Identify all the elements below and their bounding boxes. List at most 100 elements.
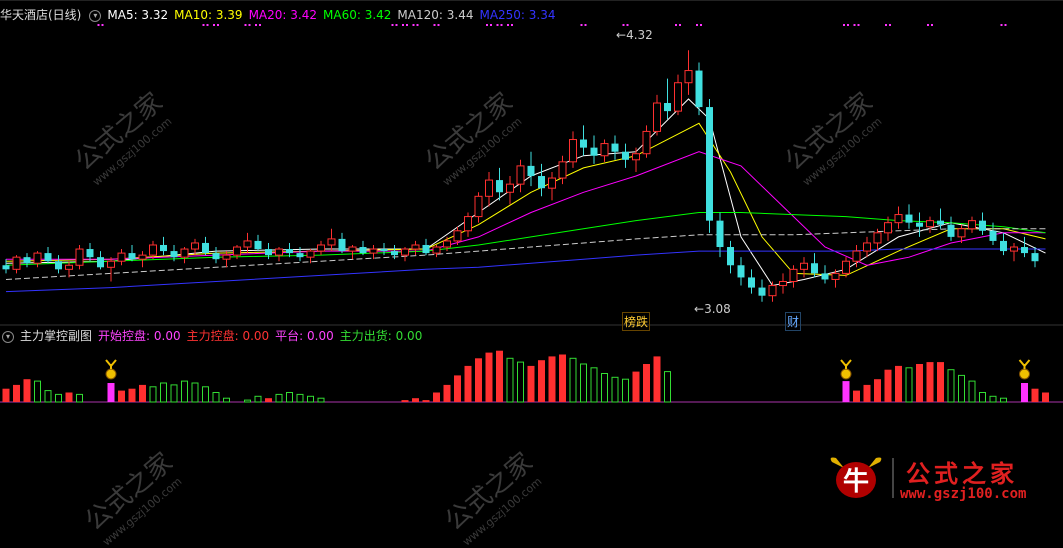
candle-body-up (222, 254, 231, 260)
sub-bar-green (254, 395, 262, 403)
candle-body-down (527, 165, 535, 177)
candle-body-down (664, 103, 671, 112)
signal-dot (416, 24, 419, 26)
money-bag-icon (840, 368, 852, 380)
signal-dot (500, 24, 503, 26)
sub-bar-green (664, 371, 671, 403)
sub-bar-green (317, 397, 325, 403)
candle-body-up (485, 179, 493, 197)
signal-dot (853, 24, 856, 26)
sub-bar-green (569, 357, 577, 403)
sub-bar-red (23, 379, 31, 402)
sub-bar-red (128, 388, 136, 402)
signal-dot (248, 24, 251, 26)
signal-dot (1000, 24, 1003, 26)
ma-line-ma120 (5, 228, 1046, 280)
sub-bar-red (527, 365, 535, 402)
sub-bar-green (76, 393, 83, 403)
sub-bar-green (590, 367, 598, 403)
candle-body-down (265, 249, 272, 256)
sub-bar-green (1000, 397, 1007, 403)
candle-body-up (453, 230, 462, 242)
signal-dot (213, 24, 215, 26)
signal-dot (927, 24, 929, 26)
sub-bar-green (212, 392, 220, 403)
candle-body-down (391, 251, 398, 256)
sub-bar-red (118, 390, 125, 402)
candle-body-up (243, 240, 252, 248)
candle-body-down (937, 220, 944, 225)
signal-dot (1004, 24, 1007, 26)
sub-bar-green (181, 380, 188, 403)
candle-body-down (97, 257, 104, 268)
candle-body-down (1031, 253, 1039, 262)
candle-body-down (580, 139, 587, 148)
candle-body-down (44, 253, 52, 262)
candle-body-up (65, 264, 73, 270)
sub-bar-magenta (842, 381, 850, 402)
candle-body-up (411, 244, 420, 250)
svg-text:牛: 牛 (843, 467, 869, 497)
signal-dot (622, 24, 625, 26)
sub-bar-red (874, 379, 881, 402)
sub-bar-green (244, 399, 251, 403)
signal-dot (507, 24, 509, 26)
high-price-value: 4.32 (626, 28, 653, 42)
candle-body-up (432, 246, 441, 254)
signal-dot (857, 24, 860, 26)
candle-body-down (590, 147, 598, 156)
candle-body-down (748, 277, 755, 288)
candle-body-up (873, 232, 882, 244)
signal-dot (255, 24, 257, 26)
candle-body-up (1010, 246, 1018, 252)
signal-dot (391, 24, 394, 26)
candle-body-down (538, 176, 545, 189)
signal-dot (101, 24, 104, 26)
signal-dot (843, 24, 845, 26)
sub-bar-green (958, 374, 965, 403)
candle-body-up (369, 248, 378, 254)
sub-bar-green (622, 378, 629, 403)
sub-bar-red (1031, 388, 1039, 402)
candle-body-down (380, 249, 388, 252)
signal-dot (395, 24, 398, 26)
candle-body-down (23, 257, 31, 264)
candle-body-down (128, 253, 136, 260)
candle-body-up (138, 254, 147, 260)
sub-bar-red (2, 388, 10, 402)
candle-body-up (558, 161, 567, 179)
candle-body-down (496, 180, 503, 193)
brand-url: www.gszj100.com (900, 486, 1027, 502)
sub-bar-green (55, 393, 62, 403)
candle-body-down (811, 263, 818, 274)
low-price-value: 3.08 (704, 302, 731, 316)
event-tag-1[interactable]: 榜跌 (622, 312, 651, 331)
candle-body-up (443, 240, 451, 248)
sub-bar-green (286, 392, 293, 403)
sub-bar-red (443, 384, 451, 402)
candle-body-up (464, 216, 472, 232)
signal-dot (511, 24, 513, 26)
candle-body-up (275, 248, 283, 256)
candle-body-up (674, 82, 682, 112)
sub-bar-red (884, 369, 892, 402)
signal-dot (412, 24, 415, 26)
event-tag-2[interactable]: 财 (785, 312, 802, 331)
candle-body-up (800, 262, 808, 270)
signal-dot (700, 24, 702, 26)
sub-bar-green (44, 390, 52, 403)
low-price-label: ←3.08 (694, 302, 731, 316)
signal-dot (486, 24, 488, 26)
sub-bar-red (433, 392, 440, 402)
sub-bar-red (401, 400, 409, 402)
money-bag-icon (105, 368, 117, 380)
candle-body-down (947, 224, 955, 237)
sub-bar-green (275, 393, 283, 403)
candle-body-down (916, 222, 923, 227)
sub-bar-green (223, 397, 230, 403)
candle-body-up (600, 143, 609, 157)
sub-bar-red (65, 392, 73, 402)
candle-body-up (569, 139, 577, 163)
signal-dot (847, 24, 849, 26)
signal-dot (217, 24, 219, 26)
